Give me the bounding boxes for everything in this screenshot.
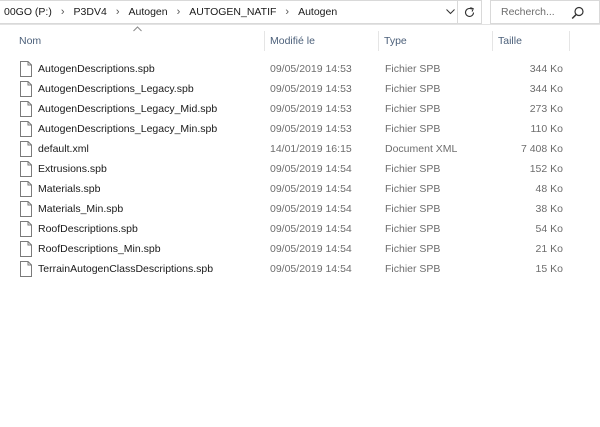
breadcrumb-p3dv4[interactable]: P3DV4 [72, 6, 109, 18]
file-name: RoofDescriptions_Min.spb [38, 243, 161, 255]
file-size: 344 Ko [529, 83, 563, 95]
file-size: 21 Ko [535, 243, 563, 255]
file-type: Fichier SPB [385, 263, 441, 275]
file-name: Materials_Min.spb [38, 203, 124, 215]
file-icon [20, 201, 32, 217]
breadcrumb-current[interactable]: Autogen [296, 6, 339, 18]
file-size: 48 Ko [535, 183, 563, 195]
file-name: AutogenDescriptions_Legacy.spb [38, 83, 194, 95]
file-size: 273 Ko [529, 103, 563, 115]
file-row[interactable]: AutogenDescriptions_Legacy_Mid.spb 09/05… [0, 99, 570, 119]
file-name: default.xml [38, 143, 89, 155]
file-name: AutogenDescriptions_Legacy_Mid.spb [38, 103, 218, 115]
file-name: AutogenDescriptions.spb [38, 63, 155, 75]
file-icon [20, 161, 32, 177]
file-modified: 09/05/2019 14:54 [270, 223, 352, 235]
file-size: 152 Ko [529, 163, 563, 175]
file-type: Fichier SPB [385, 123, 441, 135]
address-bar-row: 00GO (P:) › P3DV4 › Autogen › AUTOGEN_NA… [0, 0, 600, 25]
file-icon [20, 141, 32, 157]
file-icon [20, 261, 32, 277]
file-modified: 09/05/2019 14:53 [270, 83, 352, 95]
file-row[interactable]: default.xml 14/01/2019 16:15 Document XM… [0, 139, 570, 159]
chevron-right-icon[interactable]: › [278, 6, 296, 18]
file-row[interactable]: AutogenDescriptions_Legacy_Min.spb 09/05… [0, 119, 570, 139]
file-type: Document XML [385, 143, 458, 155]
file-type: Fichier SPB [385, 223, 441, 235]
file-modified: 09/05/2019 14:53 [270, 103, 352, 115]
file-type: Fichier SPB [385, 163, 441, 175]
chevron-right-icon[interactable]: › [109, 6, 127, 18]
file-type: Fichier SPB [385, 103, 441, 115]
file-name: TerrainAutogenClassDescriptions.spb [38, 263, 214, 275]
file-type: Fichier SPB [385, 83, 441, 95]
breadcrumb-drive[interactable]: 00GO (P:) [2, 6, 54, 18]
file-type: Fichier SPB [385, 183, 441, 195]
file-name: AutogenDescriptions_Legacy_Min.spb [38, 123, 218, 135]
search-icon[interactable] [571, 6, 585, 20]
file-modified: 09/05/2019 14:54 [270, 203, 352, 215]
file-icon [20, 61, 32, 77]
file-type: Fichier SPB [385, 243, 441, 255]
file-size: 38 Ko [535, 203, 563, 215]
chevron-right-icon[interactable]: › [170, 6, 188, 18]
file-row[interactable]: RoofDescriptions.spb 09/05/2019 14:54 Fi… [0, 219, 570, 239]
file-icon [20, 241, 32, 257]
column-header-size[interactable]: Taille [493, 31, 570, 51]
file-icon [20, 181, 32, 197]
column-header-modified[interactable]: Modifié le [265, 31, 379, 51]
file-row[interactable]: AutogenDescriptions_Legacy.spb 09/05/201… [0, 79, 570, 99]
file-row[interactable]: TerrainAutogenClassDescriptions.spb 09/0… [0, 259, 570, 279]
file-modified: 09/05/2019 14:54 [270, 183, 352, 195]
file-size: 54 Ko [535, 223, 563, 235]
chevron-right-icon[interactable]: › [54, 6, 72, 18]
file-modified: 09/05/2019 14:53 [270, 123, 352, 135]
file-name: RoofDescriptions.spb [38, 223, 138, 235]
file-row[interactable]: Extrusions.spb 09/05/2019 14:54 Fichier … [0, 159, 570, 179]
breadcrumb-autogen[interactable]: Autogen [126, 6, 169, 18]
file-name: Extrusions.spb [38, 163, 107, 175]
file-row[interactable]: Materials_Min.spb 09/05/2019 14:54 Fichi… [0, 199, 570, 219]
file-icon [20, 81, 32, 97]
column-header-type[interactable]: Type [379, 31, 493, 51]
file-icon [20, 221, 32, 237]
refresh-icon [464, 6, 475, 17]
breadcrumb[interactable]: 00GO (P:) › P3DV4 › Autogen › AUTOGEN_NA… [0, 0, 458, 24]
file-modified: 14/01/2019 16:15 [270, 143, 352, 155]
file-size: 15 Ko [535, 263, 563, 275]
file-name: Materials.spb [38, 183, 101, 195]
file-size: 344 Ko [529, 63, 563, 75]
chevron-down-icon[interactable] [444, 5, 456, 19]
file-size: 110 Ko [530, 123, 564, 135]
column-header-name[interactable]: Nom [14, 31, 265, 51]
file-icon [20, 121, 32, 137]
search-input[interactable]: Recherch... [490, 0, 600, 24]
refresh-button[interactable] [458, 0, 482, 24]
file-modified: 09/05/2019 14:54 [270, 243, 352, 255]
file-row[interactable]: AutogenDescriptions.spb 09/05/2019 14:53… [0, 59, 570, 79]
file-type: Fichier SPB [385, 203, 441, 215]
file-modified: 09/05/2019 14:54 [270, 163, 352, 175]
breadcrumb-autogen-natif[interactable]: AUTOGEN_NATIF [187, 6, 278, 18]
file-size: 7 408 Ko [520, 143, 563, 155]
file-modified: 09/05/2019 14:53 [270, 63, 352, 75]
search-placeholder: Recherch... [501, 6, 555, 18]
file-modified: 09/05/2019 14:54 [270, 263, 352, 275]
file-row[interactable]: Materials.spb 09/05/2019 14:54 Fichier S… [0, 179, 570, 199]
file-row[interactable]: RoofDescriptions_Min.spb 09/05/2019 14:5… [0, 239, 570, 259]
column-header-row: Nom Modifié le Type Taille [0, 24, 600, 56]
file-type: Fichier SPB [385, 63, 441, 75]
file-icon [20, 101, 32, 117]
